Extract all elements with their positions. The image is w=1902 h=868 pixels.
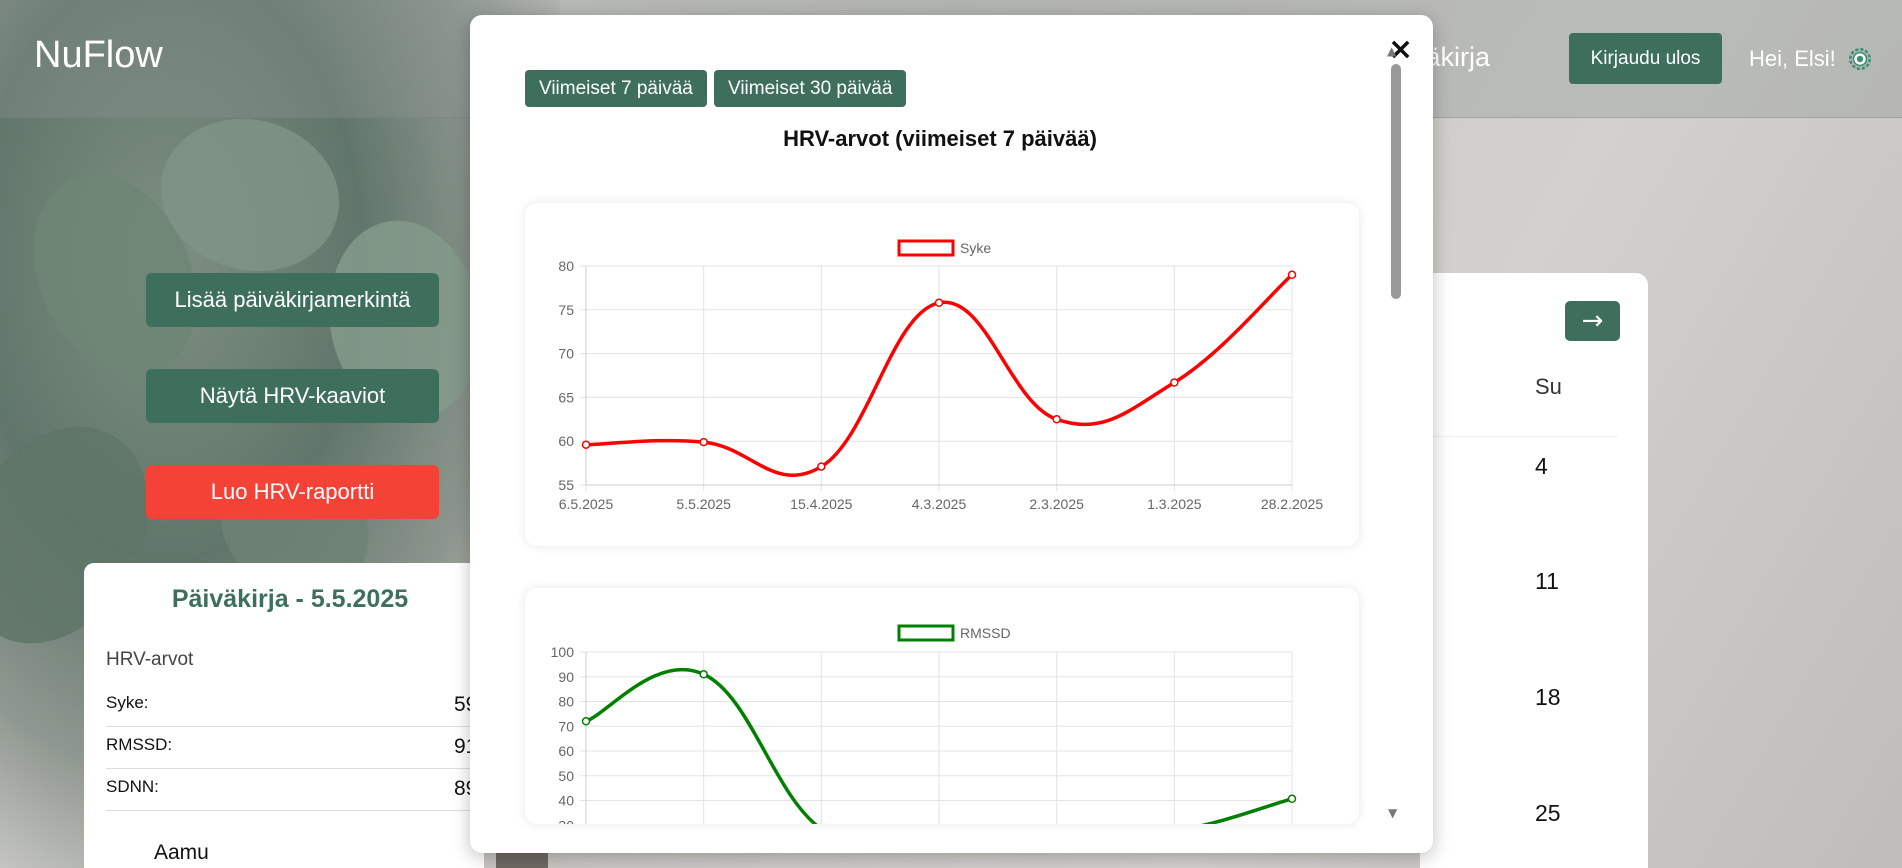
hrv-label: RMSSD:: [106, 735, 173, 754]
calendar-day-header-sunday: Su: [1535, 374, 1562, 399]
hrv-row-sdnn: SDNN: 89.4: [106, 769, 495, 811]
data-point: [934, 298, 944, 308]
scrollbar-thumb[interactable]: [1391, 64, 1401, 299]
hrv-section-heading: HRV-arvot: [106, 649, 194, 670]
syke-chart-card: Syke 55 60 65 70 75 80 6.5.2025 5.5.2025 15.4.202…: [525, 203, 1359, 546]
legend-label: Syke: [960, 240, 991, 256]
y-tick-label: 30: [558, 817, 574, 824]
settings-gear-icon[interactable]: [1847, 46, 1873, 72]
data-point: [1170, 378, 1179, 387]
data-point: [699, 437, 708, 447]
rmssd-line-chart: RMSSD2030405060708090100: [551, 624, 1297, 824]
y-tick-label: 40: [558, 793, 574, 809]
hrv-label: SDNN:: [106, 777, 159, 796]
chart-title: HRV-arvot (viimeiset 7 päivää): [783, 126, 1097, 151]
y-tick-label: 75: [558, 302, 574, 318]
y-tick-label: 60: [558, 433, 574, 449]
rmssd-chart-card: RMSSD2030405060708090100: [525, 588, 1359, 824]
data-point: [581, 440, 591, 449]
y-tick-label: 65: [558, 389, 574, 405]
hrv-label: Syke:: [106, 693, 149, 712]
calendar-day[interactable]: 25: [1535, 800, 1561, 827]
logout-button[interactable]: Kirjaudu ulos: [1569, 33, 1722, 84]
range-7-days-button[interactable]: Viimeiset 7 päivää: [525, 70, 707, 107]
y-tick-label: 80: [558, 258, 574, 274]
legend-label: RMSSD: [960, 625, 1011, 641]
show-hrv-charts-button[interactable]: Näytä HRV-kaaviot: [146, 369, 439, 423]
y-tick-label: 50: [558, 768, 574, 784]
y-tick-label: 70: [558, 346, 574, 362]
create-hrv-report-button[interactable]: Luo HRV-raportti: [146, 465, 439, 519]
x-tick-label: 2.3.2025: [1029, 496, 1084, 512]
user-greeting: Hei, Elsi!: [1749, 46, 1836, 71]
calendar-day[interactable]: 4: [1535, 453, 1548, 480]
x-tick-label: 4.3.2025: [912, 496, 967, 512]
brand-logo[interactable]: NuFlow: [34, 34, 163, 77]
y-tick-label: 70: [558, 718, 574, 734]
data-point: [1287, 794, 1297, 804]
hrv-row-syke: Syke: 59.9: [106, 685, 495, 727]
y-tick-label: 100: [551, 644, 575, 660]
data-point: [1052, 415, 1061, 424]
data-point: [1287, 270, 1297, 280]
y-tick-label: 90: [558, 669, 574, 685]
y-tick-label: 55: [558, 477, 574, 493]
morning-label: Aamu: [154, 841, 209, 864]
syke-line-chart: Syke 55 60 65 70 75 80 6.5.2025 5.5.2025 15.4.202…: [558, 239, 1323, 512]
range-30-days-button[interactable]: Viimeiset 30 päivää: [714, 70, 907, 107]
y-tick-label: 80: [558, 694, 574, 710]
next-month-button[interactable]: →: [1565, 301, 1620, 341]
calendar-day[interactable]: 18: [1535, 684, 1561, 711]
x-tick-label: 1.3.2025: [1147, 496, 1202, 512]
data-point: [581, 717, 591, 726]
add-diary-entry-button[interactable]: Lisää päiväkirjamerkintä: [146, 273, 439, 327]
scroll-down-arrow-icon[interactable]: ▼: [1388, 806, 1397, 820]
legend-swatch: [897, 624, 955, 642]
diary-panel: Päiväkirja - 5.5.2025 HRV-arvot Syke: 59…: [84, 563, 495, 868]
hrv-row-rmssd: RMSSD: 91.0: [106, 727, 495, 769]
data-point: [817, 462, 826, 471]
data-point: [699, 670, 708, 679]
x-tick-label: 5.5.2025: [676, 496, 731, 512]
y-tick-label: 60: [558, 743, 574, 759]
x-tick-label: 6.5.2025: [559, 496, 614, 512]
scroll-up-arrow-icon[interactable]: ▲: [1387, 44, 1396, 58]
legend-swatch: [897, 239, 955, 257]
diary-title: Päiväkirja - 5.5.2025: [171, 585, 409, 613]
x-tick-label: 15.4.2025: [790, 496, 852, 512]
divider: [1430, 436, 1618, 437]
x-tick-label: 28.2.2025: [1261, 496, 1323, 512]
calendar-day[interactable]: 11: [1535, 568, 1559, 595]
calendar-panel: [1420, 273, 1648, 868]
